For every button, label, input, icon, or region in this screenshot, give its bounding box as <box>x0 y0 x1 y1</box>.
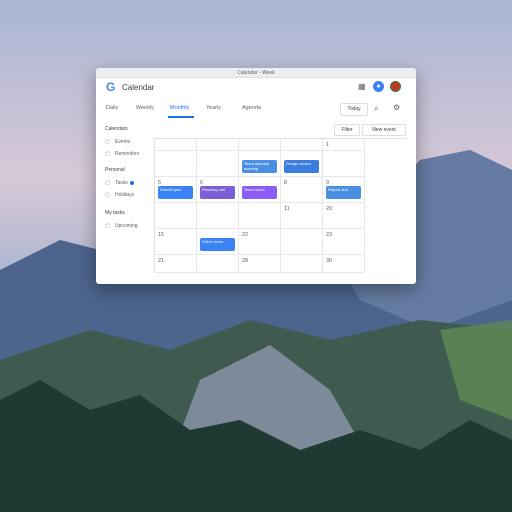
day-number: 1 <box>326 142 330 148</box>
day-cell[interactable]: 1 <box>323 139 365 151</box>
tab-daily[interactable]: Daily <box>106 105 118 111</box>
day-cell[interactable]: 23 <box>323 229 365 255</box>
day-cell[interactable] <box>197 139 239 151</box>
day-cell[interactable]: 15 <box>155 229 197 255</box>
day-cell[interactable] <box>281 229 323 255</box>
view-tabs: Daily Weekly Monthly Yearly Agenda <box>96 99 416 117</box>
tab-yearly[interactable]: Yearly <box>206 105 221 111</box>
event-chip[interactable]: Planning call <box>200 186 235 199</box>
new-event-button[interactable]: New event <box>362 124 406 136</box>
day-cell[interactable] <box>155 203 197 229</box>
day-cell[interactable] <box>239 139 281 151</box>
day-cell[interactable] <box>281 255 323 273</box>
active-tab-indicator <box>168 116 194 118</box>
day-cell[interactable]: 5 Kickoff sync <box>155 177 197 203</box>
day-number: 22 <box>242 232 249 238</box>
bell-icon: ▢ <box>105 151 110 157</box>
day-cell[interactable]: 8 <box>281 177 323 203</box>
day-cell[interactable]: 11 <box>281 203 323 229</box>
filter-button[interactable]: Filter <box>334 124 360 136</box>
search-icon[interactable]: ⌕ <box>374 104 378 114</box>
event-chip[interactable]: Report due <box>326 186 361 199</box>
day-cell[interactable]: 22 <box>239 229 281 255</box>
google-logo: G <box>106 80 116 94</box>
calendar-window: Calendar - Week G Calendar ▦ ● Daily Wee… <box>96 68 416 284</box>
sidebar-item-upcoming[interactable]: ▢ Upcoming <box>105 223 138 229</box>
calendar-main: Filter New event 1 Team standup meeting De… <box>154 120 416 284</box>
day-cell[interactable] <box>155 139 197 151</box>
day-cell[interactable] <box>197 203 239 229</box>
apps-grid-icon[interactable]: ▦ <box>358 83 366 91</box>
day-cell[interactable]: 21 <box>155 255 197 273</box>
sidebar-item-events[interactable]: ▢ Events <box>105 139 130 145</box>
day-cell[interactable]: 6 Planning call <box>197 177 239 203</box>
sidebar-item-holidays[interactable]: ▢ Holidays <box>105 192 134 198</box>
day-cell[interactable] <box>197 151 239 177</box>
app-header: G Calendar ▦ ● <box>96 77 416 99</box>
tab-agenda[interactable]: Agenda <box>242 105 261 111</box>
sidebar-section-calendars: Calendars <box>105 126 128 132</box>
day-cell[interactable]: 30 <box>323 255 365 273</box>
day-number: 21 <box>158 258 165 264</box>
calendar-icon: ▢ <box>105 139 110 145</box>
day-number: 30 <box>326 258 333 264</box>
sidebar-section-personal: Personal <box>105 167 125 173</box>
sidebar-item-reminders[interactable]: ▢ Reminders <box>105 151 139 157</box>
list-icon: ▢ <box>105 223 110 229</box>
day-cell[interactable]: Design review <box>281 151 323 177</box>
event-chip[interactable]: Kickoff sync <box>158 186 193 199</box>
day-number: 28 <box>242 258 249 264</box>
day-number: 11 <box>284 206 290 212</box>
flag-icon: ▢ <box>105 192 110 198</box>
day-cell[interactable] <box>155 151 197 177</box>
tab-monthly[interactable]: Monthly <box>170 105 189 111</box>
day-number: 23 <box>326 232 333 238</box>
window-title: Calendar - Week <box>237 70 275 76</box>
day-cell[interactable] <box>281 139 323 151</box>
day-cell[interactable]: Team standup meeting <box>239 151 281 177</box>
event-chip[interactable]: Team lunch <box>242 186 277 199</box>
sidebar: Calendars ▢ Events ▢ Reminders Personal ▢ T… <box>96 120 154 284</box>
checkbox-icon: ▢ <box>105 180 110 186</box>
day-cell[interactable] <box>197 255 239 273</box>
tab-weekly[interactable]: Weekly <box>136 105 154 111</box>
month-grid: 1 Team standup meeting Design review 5 Kicko… <box>154 138 407 273</box>
day-cell[interactable]: 28 <box>239 255 281 273</box>
sidebar-item-tasks[interactable]: ▢ Tasks <box>105 180 134 186</box>
today-button[interactable]: Today <box>340 103 368 116</box>
event-chip[interactable]: Team standup meeting <box>242 160 277 173</box>
event-chip[interactable]: Client demo <box>200 238 235 251</box>
status-dot <box>129 180 134 185</box>
day-cell[interactable]: 20 <box>323 203 365 229</box>
day-cell[interactable] <box>323 151 365 177</box>
day-cell[interactable]: 9 Report due <box>323 177 365 203</box>
day-cell[interactable] <box>239 203 281 229</box>
event-chip[interactable]: Design review <box>284 160 319 173</box>
day-number: 8 <box>284 180 288 186</box>
help-icon[interactable]: ● <box>373 81 384 92</box>
sidebar-section-my-tasks: My tasks <box>105 210 125 216</box>
day-number: 20 <box>326 206 333 212</box>
app-title: Calendar <box>122 83 155 92</box>
day-cell[interactable]: Team lunch <box>239 177 281 203</box>
avatar[interactable] <box>390 81 401 92</box>
day-cell[interactable]: Client demo <box>197 229 239 255</box>
settings-icon[interactable]: ⚙ <box>393 103 400 112</box>
day-number: 15 <box>158 232 165 238</box>
